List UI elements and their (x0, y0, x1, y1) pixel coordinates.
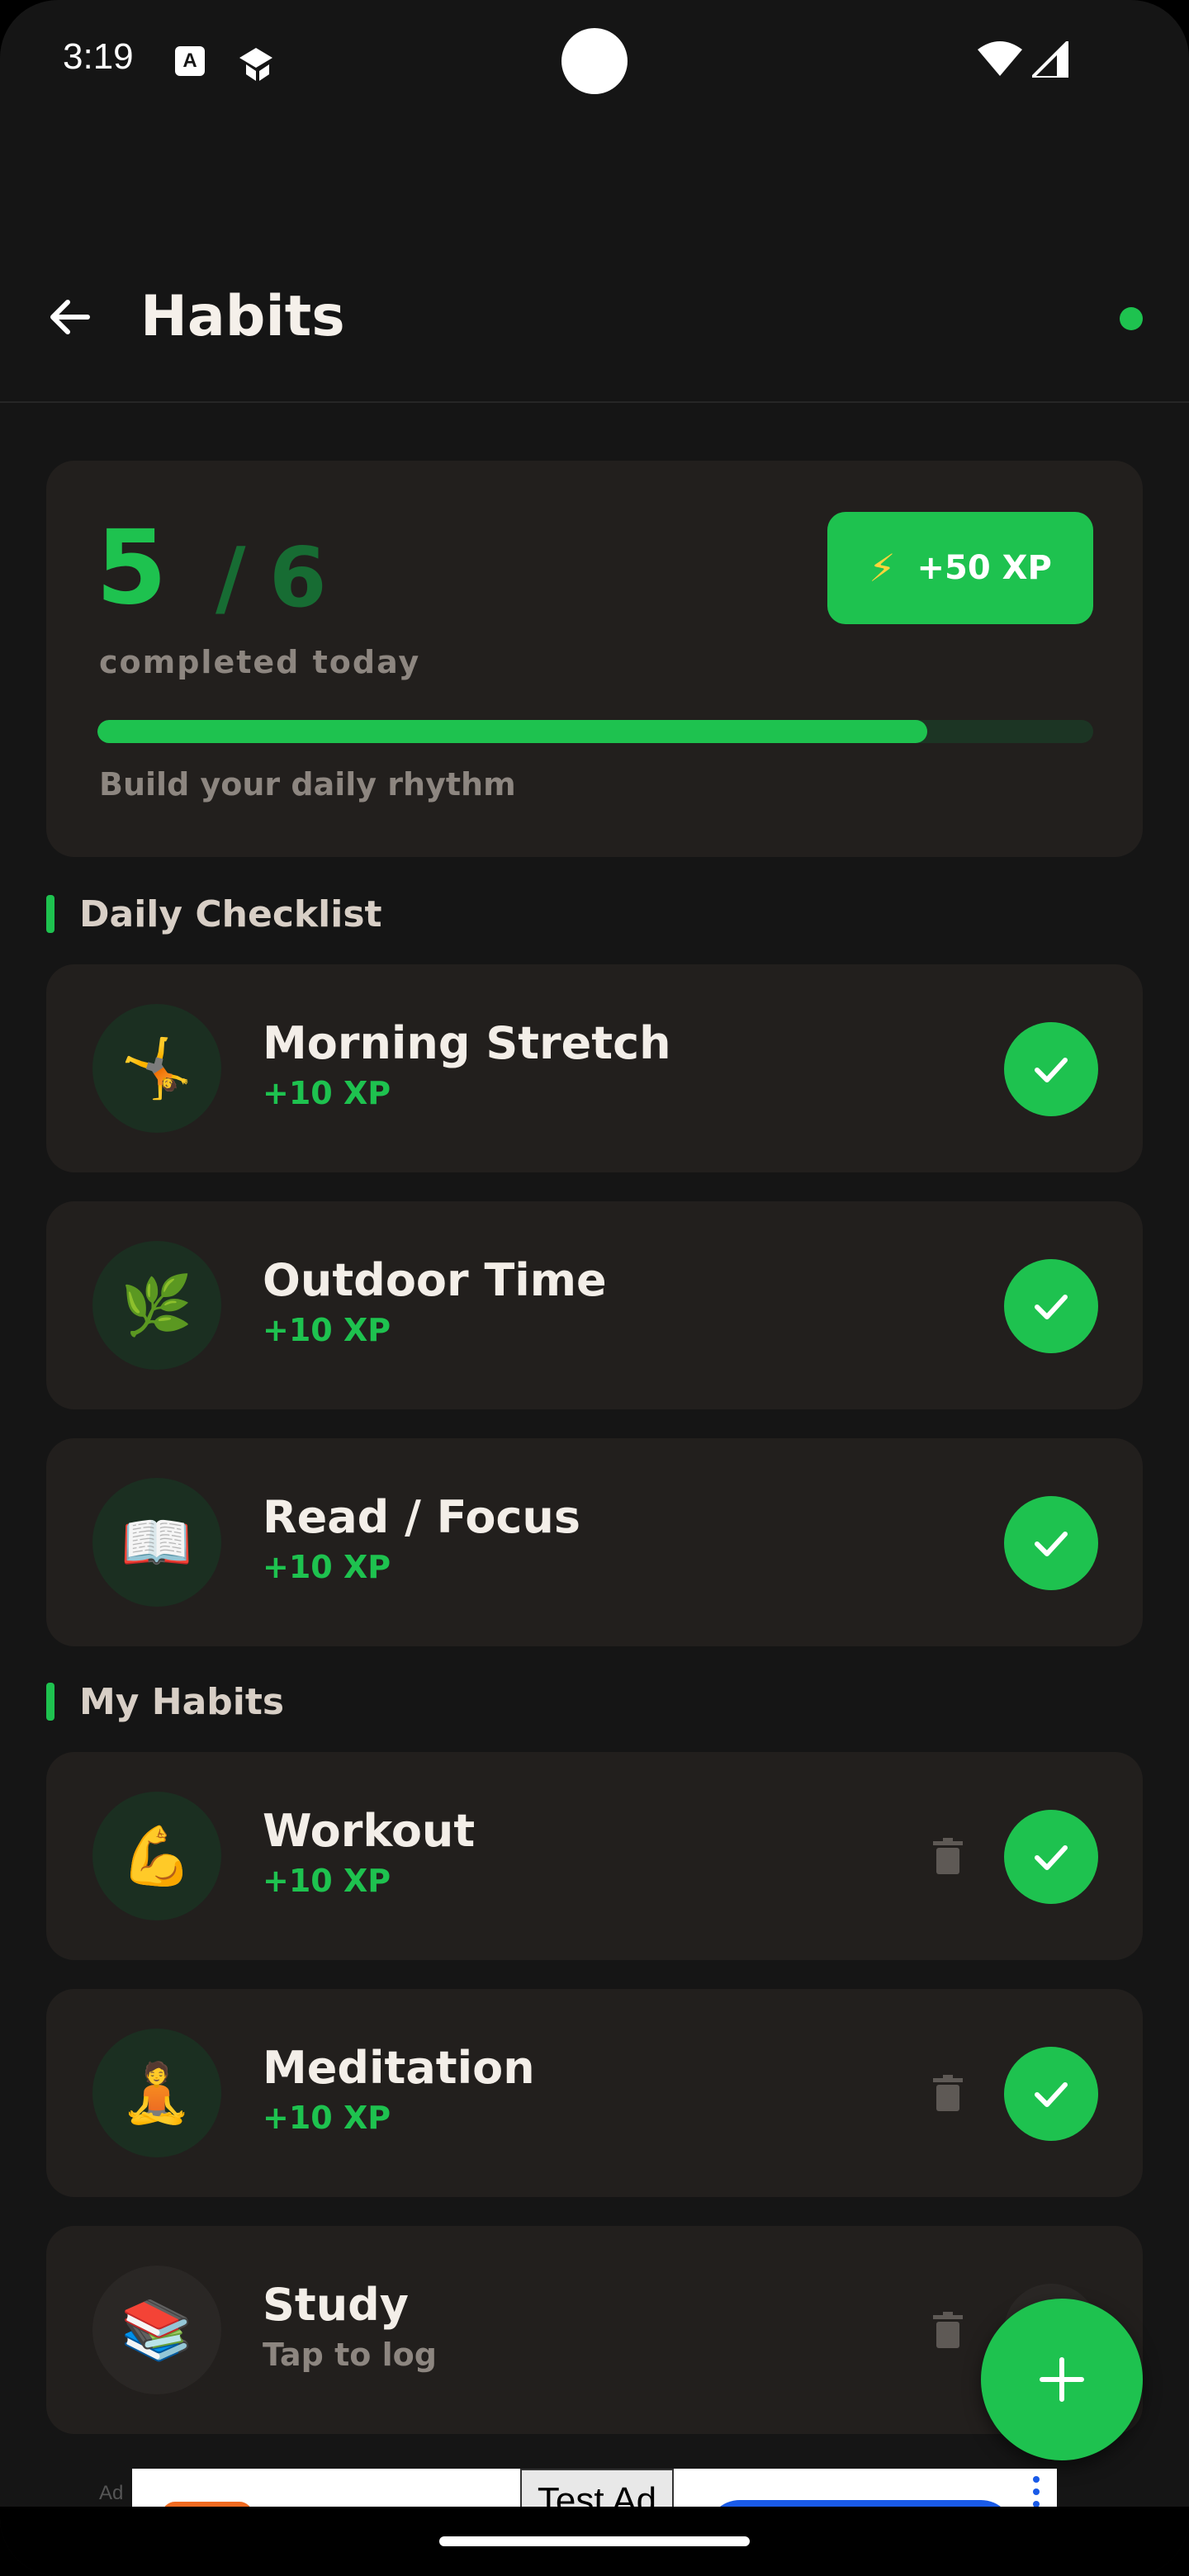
add-habit-button[interactable] (981, 2299, 1143, 2460)
section-daily-checklist: Daily Checklist (46, 892, 382, 936)
checkmark-icon (1035, 1058, 1068, 1082)
navigation-bar (0, 2507, 1189, 2576)
habit-card[interactable]: 🤸 Morning Stretch +10 XP (46, 964, 1143, 1172)
wifi-icon (978, 41, 1022, 76)
habit-name: Workout (263, 1805, 476, 1857)
delete-button[interactable] (921, 2067, 974, 2119)
complete-toggle-button[interactable] (1004, 1496, 1098, 1590)
habit-card[interactable]: 💪 Workout +10 XP (46, 1752, 1143, 1960)
section-title: My Habits (79, 1680, 285, 1723)
habit-xp: +10 XP (263, 1075, 391, 1111)
total-count: 6 (269, 529, 327, 626)
habit-name: Meditation (263, 2042, 535, 2094)
back-button[interactable] (33, 281, 106, 353)
arrow-left-icon (50, 300, 90, 334)
signal-icon (1032, 41, 1068, 78)
habit-xp: +10 XP (263, 1312, 391, 1348)
cartwheel-icon: 🤸 (92, 1004, 221, 1133)
habit-card[interactable]: 🌿 Outdoor Time +10 XP (46, 1201, 1143, 1409)
section-my-habits: My Habits (46, 1679, 284, 1724)
meditation-icon: 🧘 (92, 2029, 221, 2157)
progress-fill (97, 720, 927, 743)
habit-card[interactable]: 📖 Read / Focus +10 XP (46, 1438, 1143, 1646)
ad-menu-icon[interactable] (1032, 2475, 1040, 2508)
delete-button[interactable] (921, 1830, 974, 1882)
checkmark-icon (1035, 1295, 1068, 1319)
tagline: Build your daily rhythm (99, 766, 516, 803)
section-accent-bar (46, 895, 54, 933)
herb-icon: 🌿 (92, 1241, 221, 1370)
checkmark-icon (1035, 1532, 1068, 1556)
habit-name: Outdoor Time (263, 1254, 607, 1306)
complete-toggle-button[interactable] (1004, 1810, 1098, 1904)
home-gesture-handle[interactable] (439, 2536, 750, 2546)
flexed-biceps-icon: 💪 (92, 1792, 221, 1920)
delete-button[interactable] (921, 2304, 974, 2356)
app-bar: Habits (0, 248, 1189, 403)
habit-hint: Tap to log (263, 2337, 437, 2373)
section-accent-bar (46, 1683, 54, 1721)
habit-card[interactable]: 🧘 Meditation +10 XP (46, 1989, 1143, 2197)
camera-cutout (561, 28, 628, 94)
count-separator: / (216, 529, 246, 626)
open-book-icon: 📖 (92, 1478, 221, 1607)
completed-label: completed today (99, 644, 421, 680)
page-title: Habits (140, 284, 345, 349)
a-box-icon: A (175, 46, 205, 76)
complete-toggle-button[interactable] (1004, 1259, 1098, 1353)
habit-xp: +10 XP (263, 2100, 391, 2136)
complete-toggle-button[interactable] (1004, 1022, 1098, 1116)
status-bar: 3:19 A (0, 0, 1189, 124)
ad-label: Ad (99, 2482, 124, 2504)
trash-icon (933, 1838, 963, 1874)
checkmark-icon (1035, 1845, 1068, 1870)
xp-badge: ⚡ +50 XP (827, 512, 1093, 624)
habit-name: Study (263, 2279, 410, 2331)
checkmark-icon (1035, 2082, 1068, 2107)
summary-card: 5 / 6 completed today ⚡ +50 XP Build you… (46, 461, 1143, 857)
complete-toggle-button[interactable] (1004, 2047, 1098, 2141)
habit-xp: +10 XP (263, 1863, 391, 1899)
lightning-icon: ⚡ (869, 546, 896, 590)
progress-bar (97, 720, 1093, 743)
plus-icon (1040, 2357, 1084, 2402)
trash-icon (933, 2312, 963, 2348)
habit-card[interactable]: 📚 Study Tap to log (46, 2226, 1143, 2434)
habit-name: Read / Focus (263, 1491, 581, 1543)
xp-badge-text: +50 XP (917, 549, 1052, 587)
app-logo-icon (239, 48, 272, 81)
section-title: Daily Checklist (79, 893, 382, 935)
books-icon: 📚 (92, 2266, 221, 2394)
status-dot (1120, 307, 1143, 330)
habit-name: Morning Stretch (263, 1017, 671, 1069)
trash-icon (933, 2075, 963, 2111)
status-time: 3:19 (63, 36, 134, 77)
screen: 3:19 A Habits 5 / 6 completed today ⚡ +5… (0, 0, 1189, 2576)
completed-count: 5 (96, 509, 168, 627)
habit-xp: +10 XP (263, 1549, 391, 1585)
